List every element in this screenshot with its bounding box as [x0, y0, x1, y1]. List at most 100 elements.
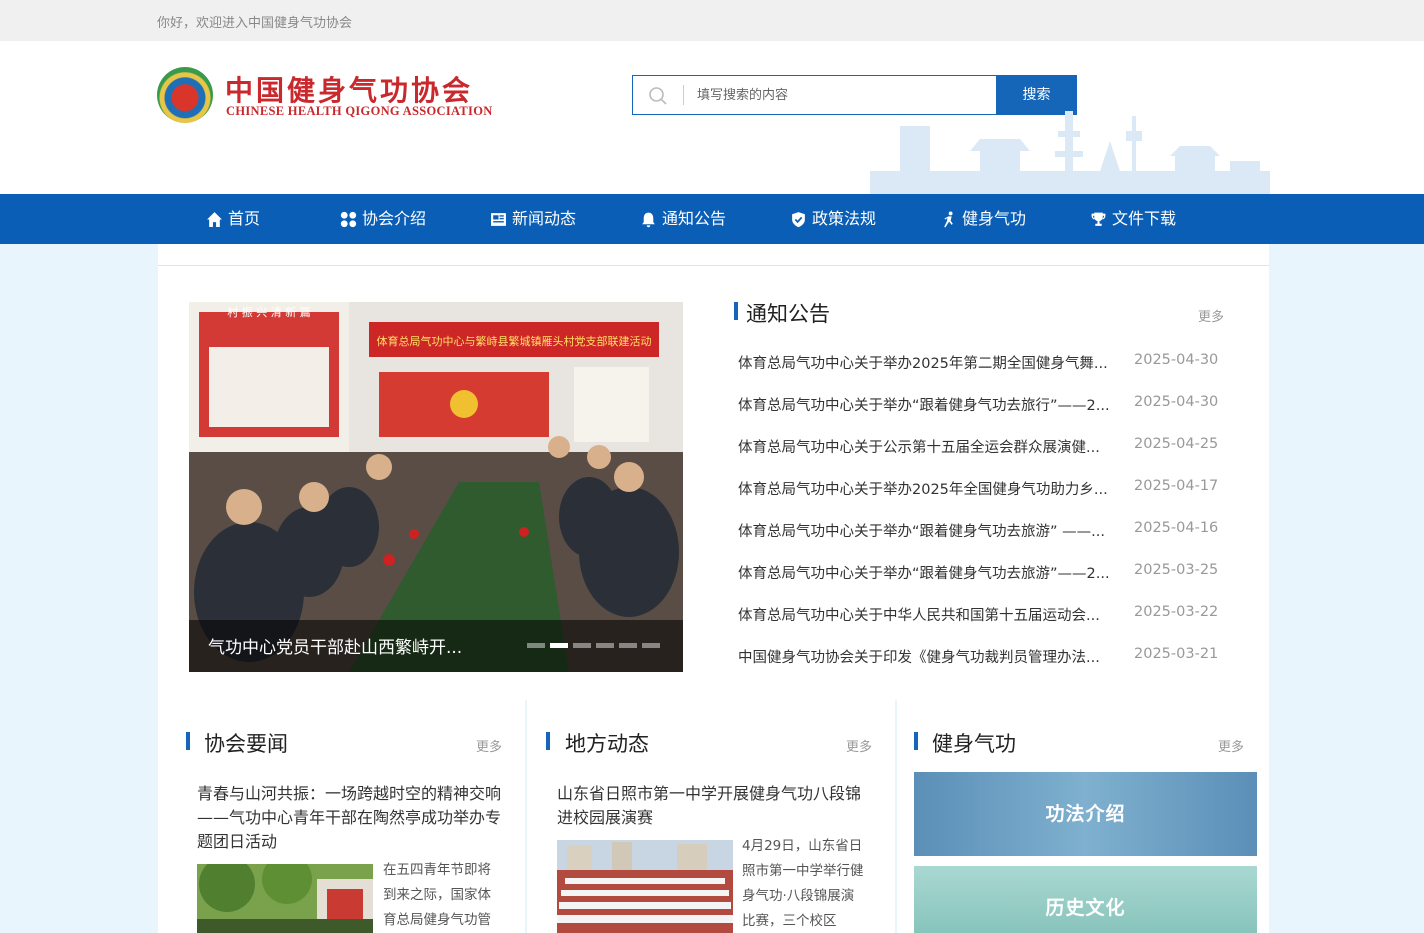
notices-list: 体育总局气功中心关于举办2025年第二期全国健身气舞... 2025-04-30 …: [738, 352, 1218, 688]
search-divider: [683, 85, 684, 105]
nav-item-notices[interactable]: 通知公告: [640, 194, 726, 244]
header: 中国健身气功协会 CHINESE HEALTH QIGONG ASSOCIATI…: [0, 41, 1424, 194]
city-skyline-decoration: [870, 111, 1270, 194]
notice-item[interactable]: 体育总局气功中心关于中华人民共和国第十五届运动会... 2025-03-22: [738, 604, 1218, 646]
notice-title: 体育总局气功中心关于举办2025年第二期全国健身气舞...: [738, 356, 1108, 372]
notice-date: 2025-04-30: [1134, 352, 1219, 368]
nav-item-news[interactable]: 新闻动态: [490, 194, 576, 244]
nav-label: 通知公告: [662, 209, 727, 228]
notice-date: 2025-03-22: [1134, 604, 1219, 620]
notice-item[interactable]: 体育总局气功中心关于举办2025年第二期全国健身气舞... 2025-04-30: [738, 352, 1218, 394]
local-news-header: 地方动态 更多: [546, 728, 872, 756]
main-content: 体育总局气功中心与繁峙县繁城镇雁头村党支部联建活动 村 振 兴 清 新 篇 气功…: [158, 244, 1269, 700]
local-news-section: 地方动态 更多 山东省日照市第一中学开展健身气功八段锦进校园展演赛 4月29日，…: [527, 700, 895, 933]
association-news-headline[interactable]: 青春与山河共振：一场跨越时空的精神交响——气功中心青年干部在陶然亭成功举办专题团…: [197, 782, 507, 854]
notice-item[interactable]: 体育总局气功中心关于举办“跟着健身气功去旅游”——2... 2025-03-25: [738, 562, 1218, 604]
slider-banner-text: 体育总局气功中心与繁峙县繁城镇雁头村党支部联建活动: [377, 334, 652, 348]
local-news-title: 地方动态: [565, 732, 649, 756]
slider-dot[interactable]: [619, 643, 637, 648]
association-news-section: 协会要闻 更多 青春与山河共振：一场跨越时空的精神交响——气功中心青年干部在陶然…: [158, 700, 525, 933]
nav-label: 文件下载: [1112, 209, 1177, 228]
news-icon: [491, 212, 506, 226]
bell-icon: [642, 212, 655, 227]
slider-wall-slogan: 村 振 兴 清 新 篇: [227, 305, 310, 319]
notice-title: 体育总局气功中心关于公示第十五届全运会群众展演健...: [738, 440, 1100, 456]
banner-history-culture[interactable]: 历史文化: [914, 866, 1257, 933]
notice-item[interactable]: 体育总局气功中心关于举办“跟着健身气功去旅游” ——... 2025-04-16: [738, 520, 1218, 562]
qigong-title: 健身气功: [932, 732, 1016, 756]
title-accent-bar: [546, 732, 550, 750]
association-news-title: 协会要闻: [204, 732, 288, 756]
nav-label: 政策法规: [812, 209, 877, 228]
nav-label: 首页: [228, 209, 261, 228]
qigong-header: 健身气功 更多: [914, 728, 1244, 756]
slider-caption-bar: 气功中心党员干部赴山西繁峙开...: [189, 620, 683, 672]
slider-dot[interactable]: [642, 643, 660, 648]
nav-item-downloads[interactable]: 文件下载: [1090, 194, 1176, 244]
search-box: 搜索: [632, 75, 1077, 115]
notice-title: 体育总局气功中心关于举办2025年全国健身气功助力乡...: [738, 482, 1108, 498]
association-news-summary: 在五四青年节即将到来之际，国家体育总局健身气功管: [383, 862, 491, 928]
notice-item[interactable]: 体育总局气功中心关于举办2025年全国健身气功助力乡... 2025-04-17: [738, 478, 1218, 520]
notices-title: 通知公告: [746, 302, 830, 326]
slider-dot[interactable]: [596, 643, 614, 648]
main-navigation: 首页 协会介绍 新闻动态 通知公告 政策法规 健身气功 文件下载: [0, 194, 1424, 244]
slider-photo: 体育总局气功中心与繁峙县繁城镇雁头村党支部联建活动 村 振 兴 清 新 篇: [189, 302, 683, 672]
local-news-more-link[interactable]: 更多: [846, 736, 872, 755]
local-news-headline[interactable]: 山东省日照市第一中学开展健身气功八段锦进校园展演赛: [557, 782, 871, 830]
notice-item[interactable]: 体育总局气功中心关于举办“跟着健身气功去旅行”——2... 2025-04-30: [738, 394, 1218, 436]
nav-item-qigong[interactable]: 健身气功: [940, 194, 1026, 244]
slider-dot[interactable]: [573, 643, 591, 648]
nav-item-policy[interactable]: 政策法规: [790, 194, 876, 244]
nav-item-home[interactable]: 首页: [206, 194, 260, 244]
slider-dot[interactable]: [527, 643, 545, 648]
divider: [158, 265, 1269, 266]
qigong-more-link[interactable]: 更多: [1218, 736, 1244, 755]
banner-label: 历史文化: [1045, 897, 1126, 919]
slider-caption[interactable]: 气功中心党员干部赴山西繁峙开...: [208, 633, 462, 658]
notices-section: 通知公告 更多 体育总局气功中心关于举办2025年第二期全国健身气舞... 202…: [734, 298, 1224, 666]
association-news-more-link[interactable]: 更多: [476, 736, 502, 755]
nav-item-about[interactable]: 协会介绍: [340, 194, 426, 244]
notice-item[interactable]: 中国健身气功协会关于印发《健身气功裁判员管理办法... 2025-03-21: [738, 646, 1218, 688]
slider-pagination: [527, 643, 660, 648]
logo-chinese-name: 中国健身气功协会: [225, 74, 474, 107]
site-logo[interactable]: 中国健身气功协会 CHINESE HEALTH QIGONG ASSOCIATI…: [157, 67, 517, 127]
notice-title: 体育总局气功中心关于举办“跟着健身气功去旅游”——2...: [738, 566, 1110, 582]
news-photo: [197, 864, 373, 933]
notice-date: 2025-04-17: [1134, 478, 1219, 494]
association-news-header: 协会要闻 更多: [186, 728, 502, 756]
search-input[interactable]: [697, 82, 987, 108]
notice-title: 中国健身气功协会关于印发《健身气功裁判员管理办法...: [738, 650, 1100, 666]
emblem-icon: [157, 67, 213, 123]
notice-date: 2025-03-21: [1134, 646, 1219, 662]
news-slider[interactable]: 体育总局气功中心与繁峙县繁城镇雁头村党支部联建活动 村 振 兴 清 新 篇 气功…: [189, 302, 683, 672]
association-news-thumbnail[interactable]: [197, 864, 373, 933]
trophy-icon: [1091, 212, 1106, 226]
search-button[interactable]: 搜索: [996, 75, 1077, 115]
grid-icon: [340, 211, 357, 227]
banner-label: 功法介绍: [1045, 803, 1126, 825]
title-accent-bar: [914, 732, 918, 750]
local-news-thumbnail[interactable]: [557, 840, 733, 933]
title-accent-bar: [186, 732, 190, 750]
nav-label: 协会介绍: [362, 209, 427, 228]
title-accent-bar: [734, 302, 738, 320]
notice-item[interactable]: 体育总局气功中心关于公示第十五届全运会群众展演健... 2025-04-25: [738, 436, 1218, 478]
slider-dot-active[interactable]: [550, 643, 568, 648]
top-bar: 你好，欢迎进入中国健身气功协会: [0, 0, 1424, 41]
notice-title: 体育总局气功中心关于举办“跟着健身气功去旅游” ——...: [738, 524, 1105, 540]
exercise-icon: [944, 211, 953, 227]
notice-date: 2025-04-16: [1134, 520, 1219, 536]
nav-label: 新闻动态: [512, 209, 577, 228]
shield-icon: [792, 211, 805, 227]
news-photo: [557, 840, 733, 933]
local-news-summary: 4月29日，山东省日照市第一中学举行健身气功·八段锦展演比赛，三个校区: [742, 838, 864, 929]
logo-english-name: CHINESE HEALTH QIGONG ASSOCIATION: [226, 104, 493, 118]
banner-exercise-intro[interactable]: 功法介绍: [914, 772, 1257, 856]
notices-more-link[interactable]: 更多: [1198, 306, 1224, 325]
notice-date: 2025-03-25: [1134, 562, 1219, 578]
search-icon: [649, 87, 667, 105]
notice-title: 体育总局气功中心关于中华人民共和国第十五届运动会...: [738, 608, 1100, 624]
notice-title: 体育总局气功中心关于举办“跟着健身气功去旅行”——2...: [738, 398, 1110, 414]
